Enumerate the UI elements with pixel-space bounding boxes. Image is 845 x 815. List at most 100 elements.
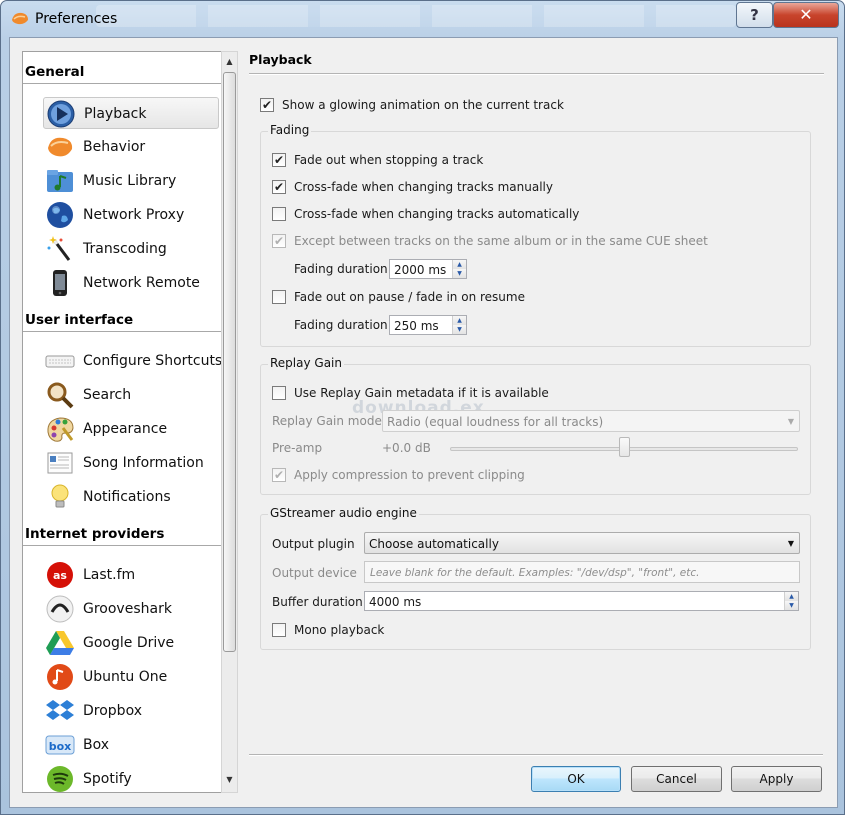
spin-down-arrow[interactable]: ▼ bbox=[785, 601, 798, 610]
clementine-icon bbox=[48, 137, 73, 157]
title-bar[interactable]: Preferences ? ✕ bbox=[1, 1, 844, 37]
apply-button[interactable]: Apply bbox=[731, 766, 822, 792]
spin-up-arrow[interactable]: ▲ bbox=[785, 592, 798, 601]
select-value: Choose automatically bbox=[369, 537, 499, 551]
buffer-duration-spinbox[interactable]: 4000 ms ▲ ▼ bbox=[364, 591, 799, 611]
google-drive-icon bbox=[46, 631, 74, 655]
preamp-label: Pre-amp bbox=[272, 441, 323, 455]
settings-category-list[interactable]: General Playback Behavior Music Library bbox=[22, 51, 228, 793]
replay-gain-mode-label: Replay Gain mode bbox=[272, 414, 382, 428]
sidebar-item-spotify[interactable]: Spotify bbox=[43, 763, 219, 792]
scroll-down-arrow[interactable]: ▼ bbox=[224, 774, 235, 786]
sidebar-item-label: Network Remote bbox=[83, 275, 200, 291]
sidebar-item-dropbox[interactable]: Dropbox bbox=[43, 695, 219, 727]
sidebar-item-music-library[interactable]: Music Library bbox=[43, 165, 219, 197]
checkbox-box[interactable]: ✔ bbox=[272, 234, 286, 248]
sidebar-item-label: Ubuntu One bbox=[83, 669, 168, 685]
lastfm-icon: as bbox=[47, 562, 73, 588]
ok-button[interactable]: OK bbox=[531, 766, 621, 792]
fading-duration-spinbox[interactable]: 2000 ms ▲ ▼ bbox=[389, 259, 467, 279]
checkbox-label: Cross-fade when changing tracks automati… bbox=[294, 207, 580, 221]
checkbox-box[interactable]: ✔ bbox=[272, 180, 286, 194]
lightbulb-icon bbox=[51, 484, 69, 508]
window-title: Preferences bbox=[35, 11, 118, 27]
pause-duration-spinbox[interactable]: 250 ms ▲ ▼ bbox=[389, 315, 467, 335]
group-title-replay-gain: Replay Gain bbox=[268, 356, 344, 370]
sidebar-item-label: Spotify bbox=[83, 771, 132, 787]
spinbox-value: 4000 ms bbox=[369, 595, 422, 609]
close-button[interactable]: ✕ bbox=[773, 2, 839, 28]
output-plugin-label: Output plugin bbox=[272, 537, 355, 551]
play-icon bbox=[47, 100, 75, 128]
button-divider bbox=[249, 754, 823, 756]
sidebar-item-network-proxy[interactable]: Network Proxy bbox=[43, 199, 219, 231]
help-button[interactable]: ? bbox=[736, 2, 773, 28]
spinbox-buttons: ▲ ▼ bbox=[452, 260, 466, 278]
checkbox-box[interactable] bbox=[272, 623, 286, 637]
spin-down-arrow[interactable]: ▼ bbox=[453, 269, 466, 278]
checkbox-box[interactable] bbox=[272, 290, 286, 304]
dropbox-icon bbox=[46, 700, 74, 720]
page-title: Playback bbox=[249, 52, 312, 67]
sidebar-item-song-information[interactable]: Song Information bbox=[43, 447, 219, 479]
sidebar-item-search[interactable]: Search bbox=[43, 379, 219, 411]
fading-duration-label: Fading duration bbox=[294, 262, 388, 276]
spinbox-buttons: ▲ ▼ bbox=[784, 592, 798, 610]
sidebar-item-lastfm[interactable]: as Last.fm bbox=[43, 559, 219, 591]
palette-icon bbox=[47, 417, 74, 442]
section-divider bbox=[23, 545, 227, 547]
spotify-icon bbox=[47, 766, 73, 792]
output-plugin-select[interactable]: Choose automatically ▼ bbox=[364, 532, 800, 554]
grooveshark-icon bbox=[46, 595, 74, 623]
checkbox-box[interactable] bbox=[272, 386, 286, 400]
sidebar-item-box[interactable]: box Box bbox=[43, 729, 219, 761]
checkbox-box[interactable]: ✔ bbox=[272, 153, 286, 167]
sidebar-item-label: Playback bbox=[84, 106, 147, 122]
svg-text:box: box bbox=[49, 740, 72, 753]
document-icon bbox=[47, 452, 73, 474]
checkbox-box[interactable]: ✔ bbox=[272, 468, 286, 482]
spin-up-arrow[interactable]: ▲ bbox=[453, 316, 466, 325]
scroll-up-arrow[interactable]: ▲ bbox=[224, 56, 235, 68]
svg-text:as: as bbox=[53, 569, 67, 582]
output-device-input[interactable]: Leave blank for the default. Examples: "… bbox=[364, 561, 800, 583]
sidebar-item-transcoding[interactable]: Transcoding bbox=[43, 233, 219, 265]
checkbox-box[interactable]: ✔ bbox=[260, 98, 274, 112]
sidebar-scrollbar[interactable]: ▲ ▼ bbox=[221, 51, 238, 793]
sidebar-item-network-remote[interactable]: Network Remote bbox=[43, 267, 219, 299]
sidebar-item-label: Behavior bbox=[83, 139, 146, 155]
magnifier-icon bbox=[47, 382, 74, 409]
keyboard-icon bbox=[45, 355, 75, 368]
scrollbar-thumb[interactable] bbox=[223, 72, 236, 652]
title-divider bbox=[249, 73, 824, 75]
spin-up-arrow[interactable]: ▲ bbox=[453, 260, 466, 269]
sidebar-item-label: Song Information bbox=[83, 455, 204, 471]
sidebar-item-configure-shortcuts[interactable]: Configure Shortcuts bbox=[43, 345, 222, 377]
sidebar-item-notifications[interactable]: Notifications bbox=[43, 481, 219, 513]
spin-down-arrow[interactable]: ▼ bbox=[453, 325, 466, 334]
sidebar-item-label: Grooveshark bbox=[83, 601, 172, 617]
sidebar-item-appearance[interactable]: Appearance bbox=[43, 413, 219, 445]
cancel-button[interactable]: Cancel bbox=[631, 766, 722, 792]
sidebar-item-google-drive[interactable]: Google Drive bbox=[43, 627, 219, 659]
chevron-down-icon: ▼ bbox=[787, 539, 794, 548]
spinbox-buttons: ▲ ▼ bbox=[452, 316, 466, 334]
sidebar-item-label: Notifications bbox=[83, 489, 171, 505]
checkbox-label: Fade out on pause / fade in on resume bbox=[294, 290, 525, 304]
sidebar-item-label: Dropbox bbox=[83, 703, 142, 719]
input-placeholder: Leave blank for the default. Examples: "… bbox=[370, 567, 700, 579]
select-value: Radio (equal loudness for all tracks) bbox=[387, 415, 604, 429]
preamp-value: +0.0 dB bbox=[382, 441, 431, 455]
checkbox-box[interactable] bbox=[272, 207, 286, 221]
section-title-user-interface: User interface bbox=[25, 312, 134, 328]
sidebar-item-behavior[interactable]: Behavior bbox=[43, 131, 219, 163]
sidebar-item-label: Google Drive bbox=[83, 635, 175, 651]
chevron-down-icon: ▼ bbox=[787, 417, 794, 426]
sidebar-item-ubuntu-one[interactable]: Ubuntu One bbox=[43, 661, 219, 693]
music-folder-icon bbox=[47, 170, 73, 192]
replay-gain-mode-select[interactable]: Radio (equal loudness for all tracks) ▼ bbox=[382, 410, 800, 432]
sidebar-item-playback[interactable]: Playback bbox=[43, 97, 219, 129]
section-divider bbox=[23, 83, 227, 85]
sidebar-item-grooveshark[interactable]: Grooveshark bbox=[43, 593, 219, 625]
preamp-slider-thumb[interactable] bbox=[619, 437, 630, 457]
